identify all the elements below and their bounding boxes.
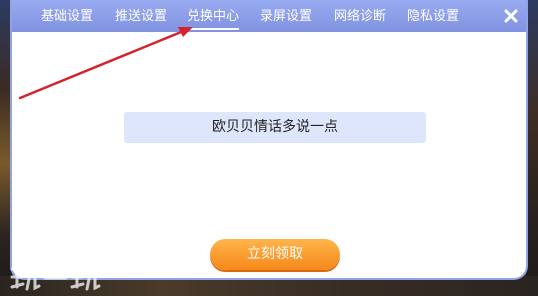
claim-now-button[interactable]: 立刻领取 bbox=[210, 239, 340, 270]
redeem-message: 欧贝贝情话多说一点 bbox=[124, 112, 426, 143]
tab-privacy-settings[interactable]: 隐私设置 bbox=[407, 7, 459, 27]
settings-dialog: 基础设置 推送设置 兑换中心 录屏设置 网络诊断 隐私设置 欧贝贝情话多说一点 … bbox=[10, 0, 528, 280]
tab-bar: 基础设置 推送设置 兑换中心 录屏设置 网络诊断 隐私设置 bbox=[12, 0, 526, 32]
watermark-logo bbox=[10, 265, 101, 291]
tab-push-settings[interactable]: 推送设置 bbox=[115, 7, 167, 27]
close-button[interactable] bbox=[502, 7, 520, 25]
close-icon bbox=[504, 9, 518, 23]
tab-basic-settings[interactable]: 基础设置 bbox=[41, 7, 93, 27]
tab-network-diagnosis[interactable]: 网络诊断 bbox=[334, 7, 386, 27]
tab-redeem-center[interactable]: 兑换中心 bbox=[187, 7, 240, 30]
tab-recording-settings[interactable]: 录屏设置 bbox=[260, 7, 312, 27]
